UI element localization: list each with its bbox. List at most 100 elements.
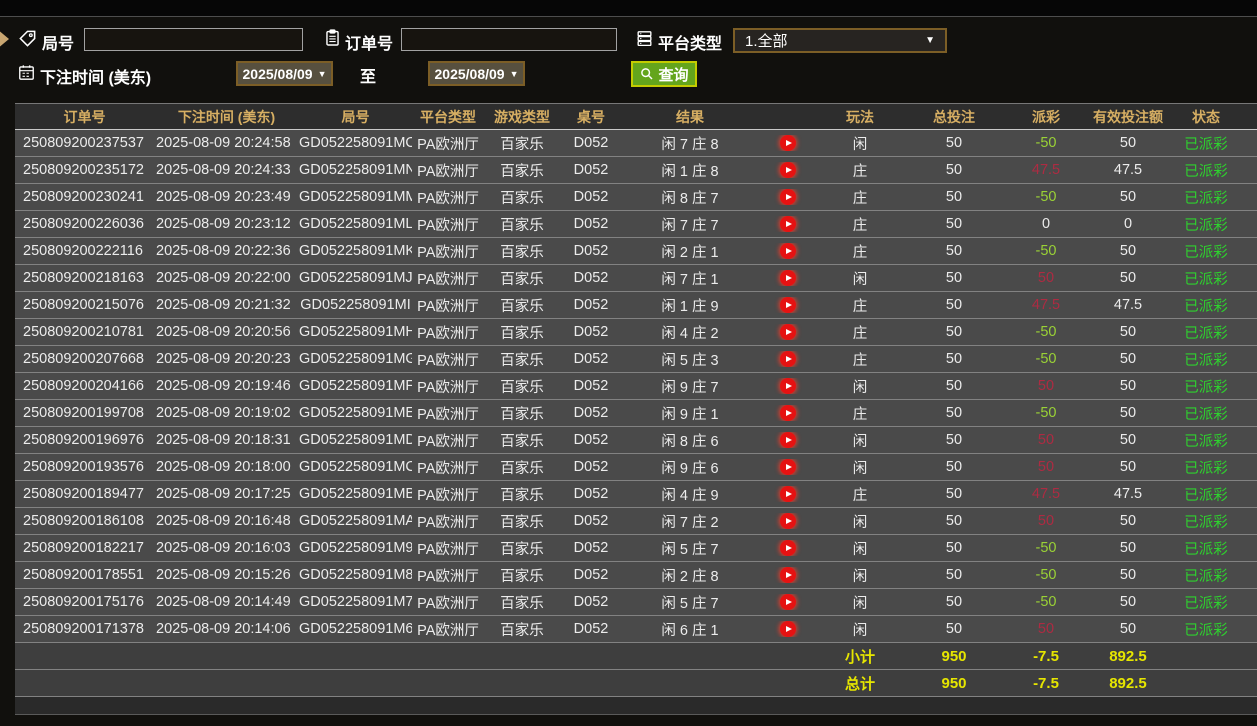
- cell-order-no: 250809200235172: [23, 162, 144, 178]
- replay: [758, 405, 818, 421]
- play-replay-button[interactable]: [780, 621, 796, 637]
- cell-payout: -50: [1035, 594, 1057, 610]
- replay: [758, 216, 818, 232]
- grand-total-valid-bet: 892.5: [1109, 674, 1147, 692]
- chevron-down-icon: ▼: [509, 68, 519, 79]
- cell-status: 已派彩: [1184, 298, 1228, 315]
- cell-valid-bet: 50: [1119, 432, 1137, 448]
- cell-play-type: 闲: [852, 271, 868, 288]
- cell-game-type: 百家乐: [500, 406, 544, 423]
- cell-total-bet: 50: [945, 135, 963, 151]
- play-replay-button[interactable]: [780, 432, 796, 448]
- cell-platform-type: PA欧洲厅: [417, 136, 479, 153]
- cell-valid-bet: 50: [1119, 378, 1137, 394]
- play-replay-button[interactable]: [780, 324, 796, 340]
- cell-result: 闲 1 庄 9: [661, 298, 719, 315]
- play-replay-button[interactable]: [780, 135, 796, 151]
- cell-total-bet: 50: [945, 540, 963, 556]
- table-row: 250809200175176 2025-08-09 20:14:49 GD0522…: [15, 589, 1257, 616]
- cell-round-no: GD052258091M9: [299, 540, 412, 556]
- table-row: 250809200186108 2025-08-09 20:16:48 GD0522…: [15, 508, 1257, 535]
- cell-result: 闲 8 庄 7: [661, 190, 719, 207]
- play-replay-button[interactable]: [780, 243, 796, 259]
- play-replay-button[interactable]: [780, 216, 796, 232]
- date-to-value: 2025/08/09: [434, 65, 505, 82]
- cell-status: 已派彩: [1184, 568, 1228, 585]
- play-replay-button[interactable]: [780, 270, 796, 286]
- round-no-input[interactable]: [84, 28, 303, 51]
- cell-order-no: 250809200193576: [23, 459, 144, 475]
- order-no-input[interactable]: [401, 28, 617, 51]
- table-row: 250809200222116 2025-08-09 20:22:36 GD0522…: [15, 238, 1257, 265]
- cell-status: 已派彩: [1184, 460, 1228, 477]
- cell-round-no: GD052258091MJ: [299, 270, 412, 286]
- table-row: 250809200189477 2025-08-09 20:17:25 GD0522…: [15, 481, 1257, 508]
- cell-table-no: D052: [573, 594, 609, 610]
- sidebar-collapse-arrow-icon[interactable]: [0, 29, 9, 49]
- cell-total-bet: 50: [945, 405, 963, 421]
- cell-bet-time: 2025-08-09 20:14:06: [156, 621, 291, 637]
- cell-round-no: GD052258091MC: [299, 459, 412, 475]
- play-replay-button[interactable]: [780, 297, 796, 313]
- cell-order-no: 250809200215076: [23, 297, 144, 313]
- query-button-label: 查询: [658, 66, 689, 84]
- cell-valid-bet: 50: [1119, 567, 1137, 583]
- bet-records-table: 订单号 下注时间 (美东) 局号 平台类型 游戏类型 桌号 结果 玩法 总投注 …: [15, 103, 1257, 715]
- cell-bet-time: 2025-08-09 20:24:33: [156, 162, 291, 178]
- cell-valid-bet: 50: [1119, 324, 1137, 340]
- date-from-value: 2025/08/09: [242, 65, 313, 82]
- cell-valid-bet: 50: [1119, 513, 1137, 529]
- calendar-icon: [17, 63, 36, 82]
- cell-game-type: 百家乐: [500, 325, 544, 342]
- play-replay-button[interactable]: [780, 513, 796, 529]
- replay: [758, 270, 818, 286]
- cell-payout: 50: [1037, 270, 1055, 286]
- chevron-down-icon: ▼: [317, 68, 327, 79]
- replay: [758, 351, 818, 367]
- cell-result: 闲 9 庄 6: [661, 460, 719, 477]
- query-button[interactable]: 查询: [631, 61, 697, 87]
- cell-total-bet: 50: [945, 459, 963, 475]
- cell-table-no: D052: [573, 189, 609, 205]
- cell-platform-type: PA欧洲厅: [417, 595, 479, 612]
- cell-bet-time: 2025-08-09 20:17:25: [156, 486, 291, 502]
- cell-result: 闲 9 庄 1: [661, 406, 719, 423]
- cell-order-no: 250809200237537: [23, 135, 144, 151]
- play-replay-button[interactable]: [780, 459, 796, 475]
- cell-payout: -50: [1035, 351, 1057, 367]
- play-replay-button[interactable]: [780, 486, 796, 502]
- cell-platform-type: PA欧洲厅: [417, 352, 479, 369]
- play-replay-button[interactable]: [780, 162, 796, 178]
- play-replay-button[interactable]: [780, 189, 796, 205]
- cell-status: 已派彩: [1184, 325, 1228, 342]
- cell-total-bet: 50: [945, 216, 963, 232]
- cell-game-type: 百家乐: [500, 595, 544, 612]
- cell-payout: 50: [1037, 459, 1055, 475]
- cell-play-type: 庄: [852, 244, 868, 261]
- cell-game-type: 百家乐: [500, 298, 544, 315]
- cell-result: 闲 2 庄 1: [661, 244, 719, 261]
- table-header-row: 订单号 下注时间 (美东) 局号 平台类型 游戏类型 桌号 结果 玩法 总投注 …: [15, 103, 1257, 130]
- cell-table-no: D052: [573, 513, 609, 529]
- cell-platform-type: PA欧洲厅: [417, 622, 479, 639]
- date-from-picker[interactable]: 2025/08/09 ▼: [236, 61, 333, 86]
- cell-bet-time: 2025-08-09 20:23:49: [156, 189, 291, 205]
- play-replay-button[interactable]: [780, 540, 796, 556]
- play-replay-button[interactable]: [780, 378, 796, 394]
- subtotal-total-bet: 950: [941, 647, 967, 665]
- cell-total-bet: 50: [945, 567, 963, 583]
- play-replay-button[interactable]: [780, 405, 796, 421]
- cell-platform-type: PA欧洲厅: [417, 244, 479, 261]
- play-replay-button[interactable]: [780, 594, 796, 610]
- cell-order-no: 250809200207668: [23, 351, 144, 367]
- cell-play-type: 闲: [852, 541, 868, 558]
- play-replay-button[interactable]: [780, 567, 796, 583]
- cell-order-no: 250809200230241: [23, 189, 144, 205]
- platform-type-select[interactable]: 1.全部 ▼: [733, 28, 947, 53]
- date-to-picker[interactable]: 2025/08/09 ▼: [428, 61, 525, 86]
- chevron-down-icon: ▼: [925, 35, 935, 46]
- cell-status: 已派彩: [1184, 136, 1228, 153]
- play-replay-button[interactable]: [780, 351, 796, 367]
- cell-table-no: D052: [573, 270, 609, 286]
- cell-order-no: 250809200218163: [23, 270, 144, 286]
